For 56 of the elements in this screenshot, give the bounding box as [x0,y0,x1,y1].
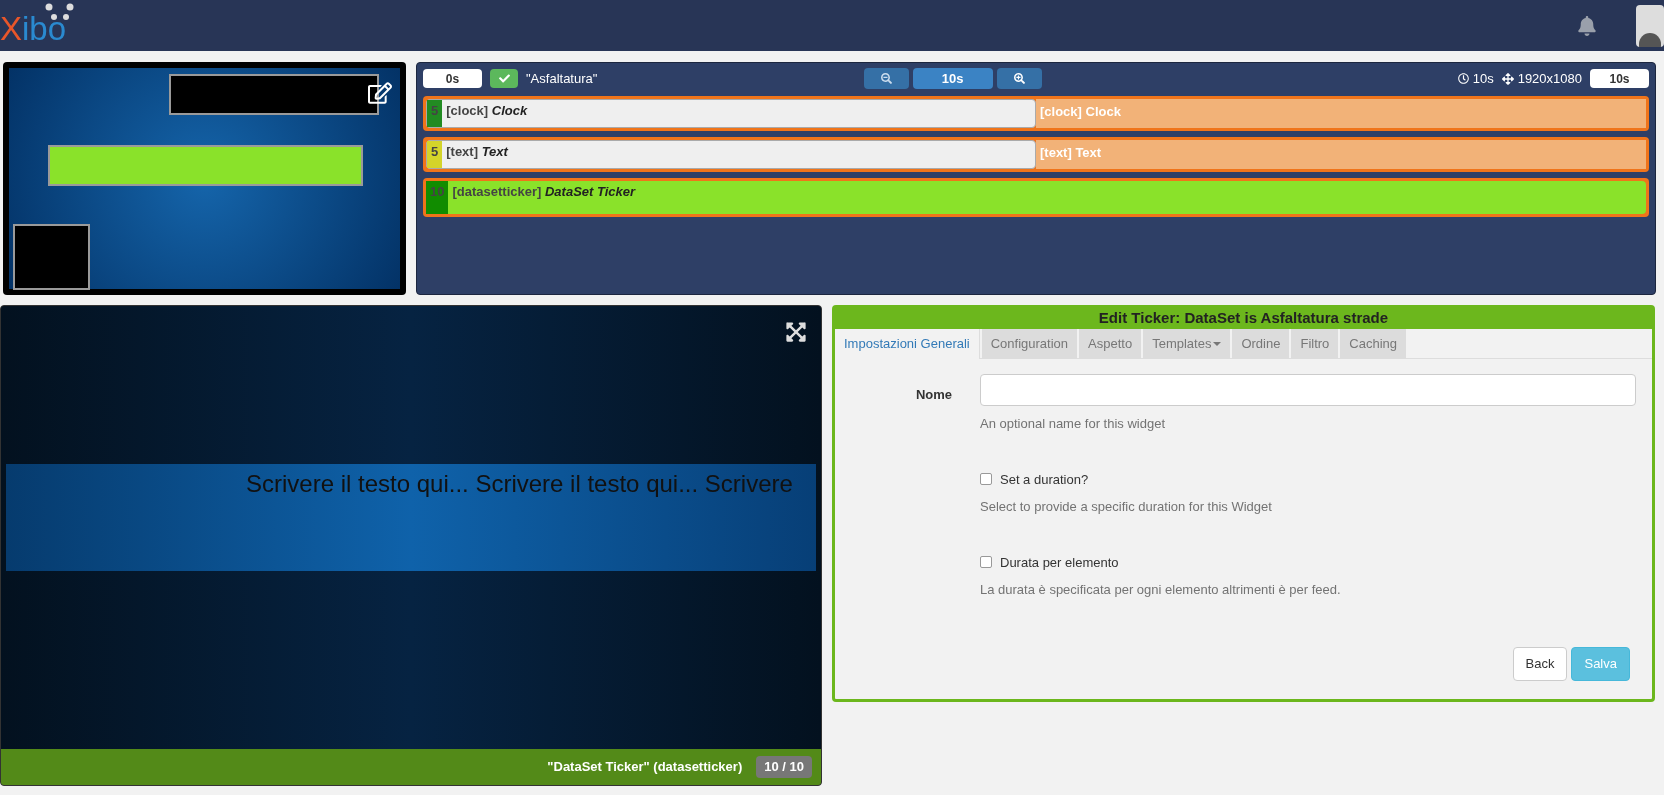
clock-icon [1457,73,1469,84]
user-avatar[interactable] [1636,4,1664,47]
logo[interactable]: Xibo [0,0,82,51]
bell-icon[interactable] [1578,15,1596,36]
timeline-row[interactable]: 5 [text] Text [text] Text [423,137,1649,172]
settings-tab[interactable]: Configuration [981,329,1078,359]
widget-label: [text] Text [446,143,508,161]
edit-title: Edit Ticker: DataSet is Asfaltatura strade [835,308,1652,329]
widget-bar-label: [text] Text [1040,145,1102,160]
widget-label: [datasetticker] DataSet Ticker [452,183,636,201]
save-button[interactable]: Salva [1571,646,1630,681]
layout-preview[interactable] [3,62,406,295]
fullscreen-icon[interactable] [785,321,807,343]
layout-region[interactable] [13,224,90,290]
edit-icon[interactable] [368,82,392,104]
timeline-row[interactable]: 5 [clock] Clock [clock] Clock [423,96,1649,131]
check-icon [498,73,510,84]
ticker-text: Scrivere il testo qui... Scrivere il testo qui... Scrivere [246,469,793,499]
settings-tab[interactable]: Ordine [1232,329,1290,359]
layout-region[interactable] [169,74,379,115]
settings-tab[interactable]: Filtro [1291,329,1339,359]
checkbox-label: Set a duration? [1000,470,1089,489]
check-button[interactable] [490,69,518,88]
widget-count: 10 [426,181,449,214]
widget-counter: 10 / 10 [756,756,812,778]
widget-label: [clock] Clock [446,102,528,120]
caret-icon [1213,342,1222,346]
zoom-out-icon [880,73,892,84]
layout-resolution: 1920x1080 [1517,69,1582,88]
help-text: Select to provide a specific duration for this Widget [980,498,1273,516]
widget-caption: "DataSet Ticker" (datasetticker) [547,758,743,777]
zoom-in-icon [1013,73,1025,84]
zoom-out-button[interactable] [863,68,909,89]
field-label: Nome [915,387,952,402]
back-button[interactable]: Back [1512,646,1568,681]
widget-count: 5 [427,100,443,127]
settings-tab[interactable]: Impostazioni Generali [835,329,980,359]
checkbox-label: Durata per elemento [1000,553,1119,572]
zoom-in-button[interactable] [996,68,1042,89]
help-text: An optional name for this widget [980,415,1166,433]
settings-tab[interactable]: Caching [1340,329,1407,359]
settings-tab[interactable]: Templates [1143,329,1231,359]
widget-count: 5 [427,141,443,168]
timeline-row[interactable]: 10 [datasetticker] DataSet Ticker [423,178,1649,217]
time-start-field[interactable]: 0s [423,69,482,88]
zoom-level: 10s [912,68,993,89]
layout-name: "Asfaltatura" [526,69,598,88]
move-icon [1501,72,1514,85]
settings-tab[interactable]: Aspetto [1079,329,1142,359]
help-text: La durata è specificata per ogni elemento altrimenti è per feed. [980,581,1342,599]
checkbox[interactable] [980,473,992,486]
name-input[interactable] [980,374,1636,406]
widget-bar-label: [clock] Clock [1040,104,1121,119]
checkbox[interactable] [980,556,992,569]
time-end-field[interactable]: 10s [1590,69,1649,88]
layout-duration: 10s [1472,69,1494,88]
